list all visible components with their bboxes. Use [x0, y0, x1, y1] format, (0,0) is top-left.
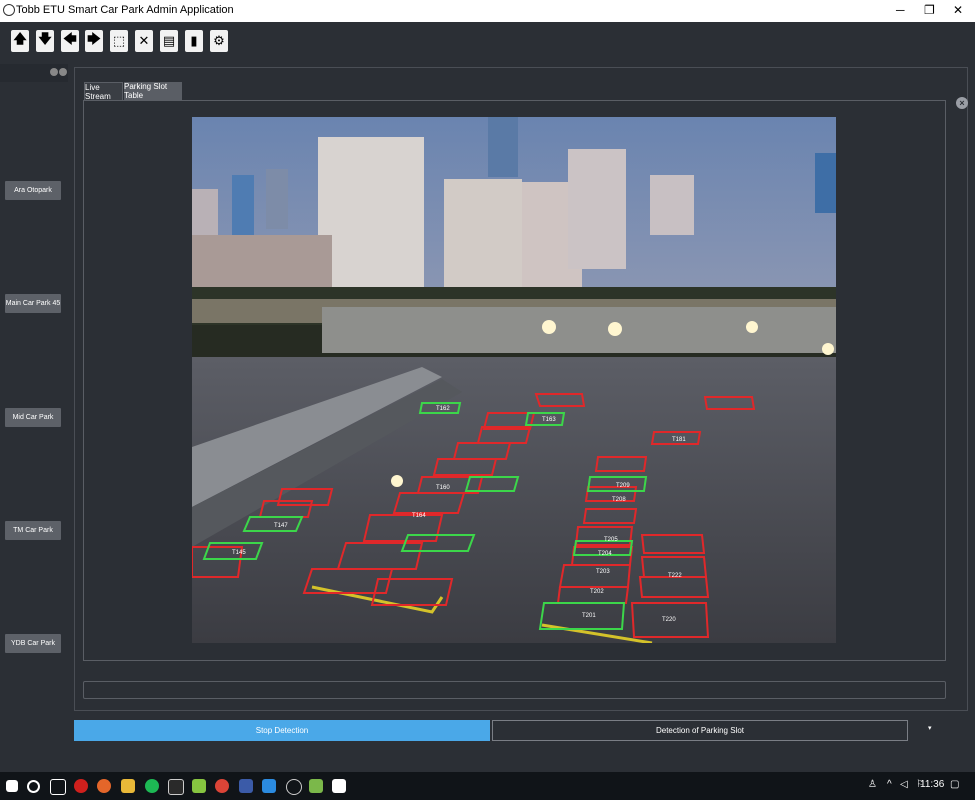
slot-label-t164: T164	[412, 513, 426, 519]
title-bar: Tobb ETU Smart Car Park Admin Applicatio…	[0, 0, 975, 22]
video-frame: T162 T163 T181 T209 T208 T205 T204 T203 …	[192, 117, 836, 643]
slot-label-t202: T202	[590, 589, 604, 595]
vscode-icon[interactable]	[262, 779, 276, 793]
settings-button[interactable]: ⚙	[210, 30, 228, 52]
slot-label-t205: T205	[604, 537, 618, 543]
notepad-icon[interactable]	[192, 779, 206, 793]
window-title: Tobb ETU Smart Car Park Admin Applicatio…	[16, 4, 234, 16]
arrow-down-icon: 🡇	[38, 32, 52, 47]
detection-of-parking-slot-button[interactable]: Detection of Parking Slot	[492, 720, 908, 741]
terminal-icon[interactable]	[168, 779, 184, 795]
slot-label-t208: T208	[612, 497, 626, 503]
opera-icon[interactable]	[74, 779, 88, 793]
chrome-icon[interactable]	[215, 779, 229, 793]
car-park-button-tm[interactable]: TM Car Park	[5, 521, 61, 540]
github-icon[interactable]	[286, 779, 302, 795]
trash-icon: ▮	[190, 33, 198, 49]
car-park-button-mid[interactable]: Mid Car Park	[5, 408, 61, 427]
slot-label-t222: T222	[668, 573, 682, 579]
windows-start-icon[interactable]	[6, 780, 18, 792]
arrow-right-icon: 🡆	[87, 32, 101, 47]
save-icon: ▤	[162, 33, 176, 49]
slot-label-t209: T209	[616, 483, 630, 489]
slot-label-t160: T160	[436, 485, 450, 491]
notifications-icon[interactable]: ▢	[950, 779, 959, 790]
car-park-button-main[interactable]: Main Car Park 45	[5, 294, 61, 313]
slot-label-t201: T201	[582, 613, 596, 619]
app-icon	[3, 4, 15, 16]
save-button[interactable]: ▤	[160, 30, 178, 52]
select-region-button[interactable]: ⬚	[110, 30, 128, 52]
close-panel-icon[interactable]: ×	[956, 97, 968, 109]
search-icon[interactable]	[27, 780, 40, 793]
task-view-icon[interactable]	[50, 779, 66, 795]
dock-float-icon[interactable]	[50, 68, 58, 76]
delete-button[interactable]: ✕	[135, 30, 153, 52]
move-left-button[interactable]: 🡄	[61, 30, 79, 52]
slot-label-t162: T162	[436, 406, 450, 412]
slot-label-t145: T145	[232, 550, 246, 556]
car-park-button-ara[interactable]: Ara Otopark	[5, 181, 61, 200]
arrow-left-icon: 🡄	[63, 32, 77, 47]
show-hidden-icons-icon[interactable]: ^	[887, 779, 892, 790]
tab-parking-slot-table[interactable]: Parking Slot Table	[124, 82, 182, 100]
arrow-up-icon: 🡅	[13, 32, 27, 47]
slot-label-t163: T163	[542, 417, 556, 423]
toolbar: 🡅 🡇 🡄 🡆 ⬚ ✕ ▤ ▮ ⚙	[0, 22, 975, 60]
settings-gear-icon: ⚙	[213, 33, 225, 49]
dropdown-arrow-icon[interactable]: ▾	[928, 724, 932, 732]
firefox-icon[interactable]	[97, 779, 111, 793]
slot-label-t147: T147	[274, 523, 288, 529]
move-right-button[interactable]: 🡆	[85, 30, 103, 52]
minimize-button[interactable]: ─	[896, 3, 905, 17]
file-explorer-icon[interactable]	[121, 779, 135, 793]
tab-live-stream[interactable]: Live Stream	[84, 82, 123, 101]
trash-button[interactable]: ▮	[185, 30, 203, 52]
move-up-button[interactable]: 🡅	[11, 30, 29, 52]
close-window-button[interactable]: ✕	[953, 3, 963, 17]
stop-detection-button[interactable]: Stop Detection	[74, 720, 490, 741]
move-down-button[interactable]: 🡇	[36, 30, 54, 52]
car-park-app-taskbar-icon[interactable]	[332, 779, 346, 793]
app-icon-blue[interactable]	[239, 779, 253, 793]
android-studio-icon[interactable]	[309, 779, 323, 793]
dock-close-icon[interactable]	[59, 68, 67, 76]
delete-x-icon: ✕	[138, 33, 150, 49]
people-icon[interactable]: ♙	[868, 779, 877, 790]
slot-label-t181: T181	[672, 437, 686, 443]
car-park-button-ydb[interactable]: YDB Car Park	[5, 634, 61, 653]
maximize-button[interactable]: ❐	[924, 3, 935, 17]
volume-icon[interactable]: ◁	[900, 779, 908, 790]
clock[interactable]: 11:36	[920, 779, 944, 790]
slot-label-t204: T204	[598, 551, 612, 557]
slot-label-t220: T220	[662, 617, 676, 623]
status-progress-bar	[83, 681, 946, 699]
spotify-icon[interactable]	[145, 779, 159, 793]
select-region-icon: ⬚	[112, 33, 126, 49]
live-video-feed: T162 T163 T181 T209 T208 T205 T204 T203 …	[192, 117, 836, 643]
slot-label-t203: T203	[596, 569, 610, 575]
